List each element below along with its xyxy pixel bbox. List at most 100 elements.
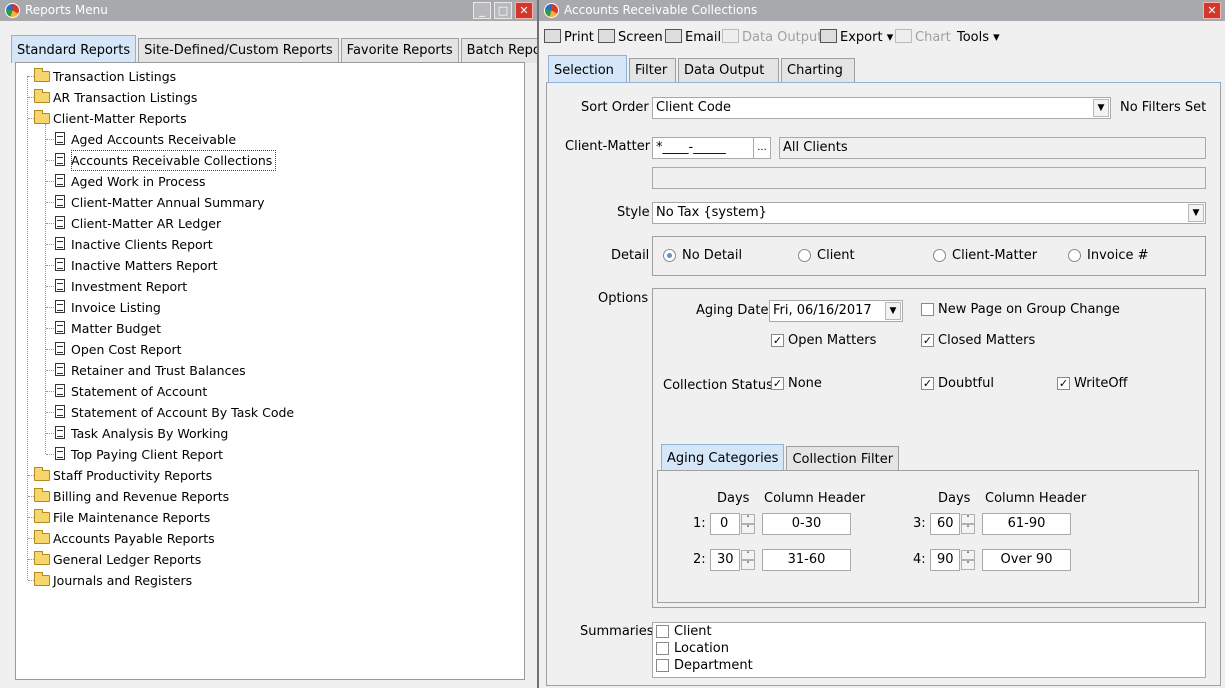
tree-folder-item[interactable]: Client-Matter Reports bbox=[16, 108, 524, 129]
calendar-dropdown-icon[interactable]: ▼ bbox=[885, 302, 901, 320]
reports-tree[interactable]: Transaction Listings AR Transaction Listi… bbox=[15, 62, 525, 680]
tab-favorite-reports[interactable]: Favorite Reports bbox=[340, 38, 459, 63]
aging-row-3-spinner[interactable]: ˄ ˅ bbox=[961, 514, 975, 534]
aging-row-2-days[interactable]: 30 bbox=[710, 549, 740, 571]
tree-report-item[interactable]: Inactive Matters Report bbox=[16, 255, 524, 276]
close-icon[interactable]: ✕ bbox=[1203, 2, 1221, 19]
spin-up-icon[interactable]: ˄ bbox=[961, 550, 975, 560]
spin-down-icon[interactable]: ˅ bbox=[741, 560, 755, 570]
email-button[interactable]: Email bbox=[665, 28, 721, 48]
report-toolbar: Print Screen Email Data Output Export ▾ … bbox=[539, 24, 1225, 50]
tree-folder-item[interactable]: Journals and Registers bbox=[16, 570, 524, 591]
aging-row-4-header[interactable]: Over 90 bbox=[982, 549, 1071, 571]
tab-standard-reports[interactable]: Standard Reports bbox=[11, 35, 137, 63]
tree-folder-item[interactable]: File Maintenance Reports bbox=[16, 507, 524, 528]
tab-filter[interactable]: Filter bbox=[629, 58, 676, 83]
tree-report-item[interactable]: Investment Report bbox=[16, 276, 524, 297]
reports-menu-titlebar[interactable]: Reports Menu _ □ ✕ bbox=[0, 0, 537, 21]
client-matter-browse-button[interactable]: ... bbox=[753, 137, 771, 159]
tree-report-item[interactable]: Aged Accounts Receivable bbox=[16, 129, 524, 150]
tree-report-item[interactable]: Retainer and Trust Balances bbox=[16, 360, 524, 381]
sort-order-select[interactable]: Client Code ▼ bbox=[652, 97, 1111, 119]
aging-row-4-spinner[interactable]: ˄ ˅ bbox=[961, 550, 975, 570]
aging-row-1-spinner[interactable]: ˄ ˅ bbox=[741, 514, 755, 534]
tab-collection-filter[interactable]: Collection Filter bbox=[786, 446, 900, 471]
closed-matters-checkbox[interactable]: ✓ bbox=[921, 334, 934, 347]
ar-collections-titlebar[interactable]: Accounts Receivable Collections ✕ bbox=[539, 0, 1225, 21]
tree-report-item[interactable]: Client-Matter Annual Summary bbox=[16, 192, 524, 213]
tree-report-item[interactable]: Task Analysis By Working bbox=[16, 423, 524, 444]
spin-down-icon[interactable]: ˅ bbox=[961, 524, 975, 534]
detail-radio-client-matter[interactable] bbox=[933, 249, 946, 262]
chevron-down-icon[interactable]: ▼ bbox=[1188, 204, 1204, 222]
tree-folder-item[interactable]: General Ledger Reports bbox=[16, 549, 524, 570]
aging-row-2-spinner[interactable]: ˄ ˅ bbox=[741, 550, 755, 570]
export-button[interactable]: Export ▾ bbox=[820, 28, 893, 48]
tree-report-item[interactable]: Statement of Account By Task Code bbox=[16, 402, 524, 423]
tab-aging-categories[interactable]: Aging Categories bbox=[661, 444, 785, 471]
chart-button[interactable]: Chart bbox=[895, 28, 951, 48]
tree-folder-item[interactable]: Billing and Revenue Reports bbox=[16, 486, 524, 507]
tree-report-item[interactable]: Client-Matter AR Ledger bbox=[16, 213, 524, 234]
spin-down-icon[interactable]: ˅ bbox=[961, 560, 975, 570]
ar-collections-title: Accounts Receivable Collections bbox=[564, 3, 758, 17]
tree-report-item[interactable]: Invoice Listing bbox=[16, 297, 524, 318]
print-button[interactable]: Print bbox=[544, 28, 594, 48]
tree-item-label: Aged Accounts Receivable bbox=[71, 132, 237, 147]
spin-up-icon[interactable]: ˄ bbox=[741, 550, 755, 560]
detail-radio-client[interactable] bbox=[798, 249, 811, 262]
aging-date-picker[interactable]: Fri, 06/16/2017 ▼ bbox=[769, 300, 903, 322]
new-page-checkbox[interactable] bbox=[921, 303, 934, 316]
screen-button[interactable]: Screen bbox=[598, 28, 663, 48]
aging-row-1-header[interactable]: 0-30 bbox=[762, 513, 851, 535]
tree-report-item[interactable]: Matter Budget bbox=[16, 318, 524, 339]
client-matter-input[interactable]: *____-_____ bbox=[652, 137, 754, 159]
report-document-icon bbox=[55, 300, 65, 313]
maximize-icon[interactable]: □ bbox=[494, 2, 512, 19]
spin-up-icon[interactable]: ˄ bbox=[961, 514, 975, 524]
aging-row-3-days[interactable]: 60 bbox=[930, 513, 960, 535]
status-writeoff-checkbox[interactable]: ✓ bbox=[1057, 377, 1070, 390]
tree-folder-item[interactable]: Accounts Payable Reports bbox=[16, 528, 524, 549]
detail-radio-no-detail[interactable] bbox=[663, 249, 676, 262]
aging-row-2-header[interactable]: 31-60 bbox=[762, 549, 851, 571]
aging-row-3-header[interactable]: 61-90 bbox=[982, 513, 1071, 535]
summary-department-checkbox[interactable] bbox=[656, 659, 669, 672]
status-doubtful-label: Doubtful bbox=[938, 376, 994, 391]
tree-folder-item[interactable]: Transaction Listings bbox=[16, 66, 524, 87]
summary-location-checkbox[interactable] bbox=[656, 642, 669, 655]
tree-folder-item[interactable]: AR Transaction Listings bbox=[16, 87, 524, 108]
open-matters-checkbox[interactable]: ✓ bbox=[771, 334, 784, 347]
tab-site-defined-reports[interactable]: Site-Defined/Custom Reports bbox=[138, 38, 339, 63]
spin-down-icon[interactable]: ˅ bbox=[741, 524, 755, 534]
tab-batch-reports[interactable]: Batch Reports bbox=[460, 38, 537, 63]
tree-folder-item[interactable]: Staff Productivity Reports bbox=[16, 465, 524, 486]
report-document-icon bbox=[55, 447, 65, 460]
chevron-down-icon[interactable]: ▼ bbox=[1093, 99, 1109, 117]
tree-report-item[interactable]: Accounts Receivable Collections bbox=[16, 150, 524, 171]
status-doubtful-checkbox[interactable]: ✓ bbox=[921, 377, 934, 390]
tab-data-output[interactable]: Data Output bbox=[678, 58, 779, 83]
tree-item-label: Inactive Clients Report bbox=[71, 237, 213, 252]
tree-item-label: General Ledger Reports bbox=[53, 552, 202, 567]
tree-report-item[interactable]: Top Paying Client Report bbox=[16, 444, 524, 465]
tree-report-item[interactable]: Inactive Clients Report bbox=[16, 234, 524, 255]
close-icon[interactable]: ✕ bbox=[515, 2, 533, 19]
aging-row-4-days[interactable]: 90 bbox=[930, 549, 960, 571]
summary-client-checkbox[interactable] bbox=[656, 625, 669, 638]
tree-connector bbox=[46, 181, 54, 182]
spin-up-icon[interactable]: ˄ bbox=[741, 514, 755, 524]
style-select[interactable]: No Tax {system} ▼ bbox=[652, 202, 1206, 224]
tree-connector bbox=[46, 139, 54, 140]
tab-selection[interactable]: Selection bbox=[548, 55, 627, 83]
tree-report-item[interactable]: Open Cost Report bbox=[16, 339, 524, 360]
data-output-button[interactable]: Data Output bbox=[722, 28, 822, 48]
tree-report-item[interactable]: Aged Work in Process bbox=[16, 171, 524, 192]
tab-charting[interactable]: Charting bbox=[781, 58, 855, 83]
tools-button[interactable]: Tools ▾ bbox=[957, 28, 1000, 48]
minimize-icon[interactable]: _ bbox=[473, 2, 491, 19]
status-none-checkbox[interactable]: ✓ bbox=[771, 377, 784, 390]
aging-row-1-days[interactable]: 0 bbox=[710, 513, 740, 535]
detail-radio-invoice[interactable] bbox=[1068, 249, 1081, 262]
tree-report-item[interactable]: Statement of Account bbox=[16, 381, 524, 402]
